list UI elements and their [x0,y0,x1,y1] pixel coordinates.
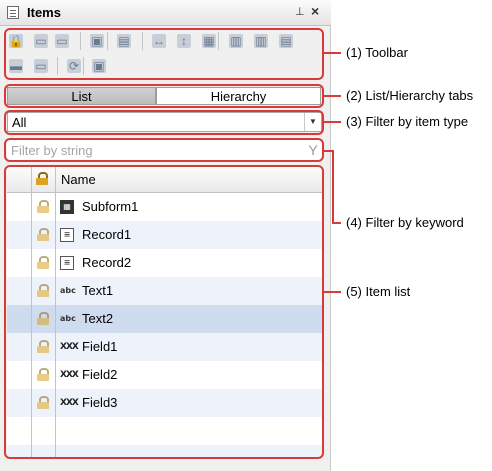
callout-label-type-filter: (3) Filter by item type [346,114,469,129]
callout-box-tabs [4,84,324,108]
callout-box-toolbar [4,28,324,80]
panel-titlebar: Items ⊥ × [0,0,331,26]
close-icon[interactable]: × [311,3,319,19]
callout-line [324,291,341,293]
list-icon [7,6,19,19]
callout-line [332,150,334,224]
callout-box-type-filter [4,110,324,135]
callout-box-keyword-filter [4,138,324,162]
callout-line [324,52,341,54]
callout-line [324,121,341,123]
callout-line [324,95,341,97]
panel-title: Items [27,5,61,20]
pin-icon[interactable]: ⊥ [295,5,305,18]
callout-label-item-list: (5) Item list [346,284,411,299]
callout-label-tabs: (2) List/Hierarchy tabs [346,88,474,103]
callout-box-item-list [4,165,324,459]
callout-label-toolbar: (1) Toolbar [346,45,408,60]
callout-label-keyword-filter: (4) Filter by keyword [346,215,464,230]
callout-line [332,222,341,224]
